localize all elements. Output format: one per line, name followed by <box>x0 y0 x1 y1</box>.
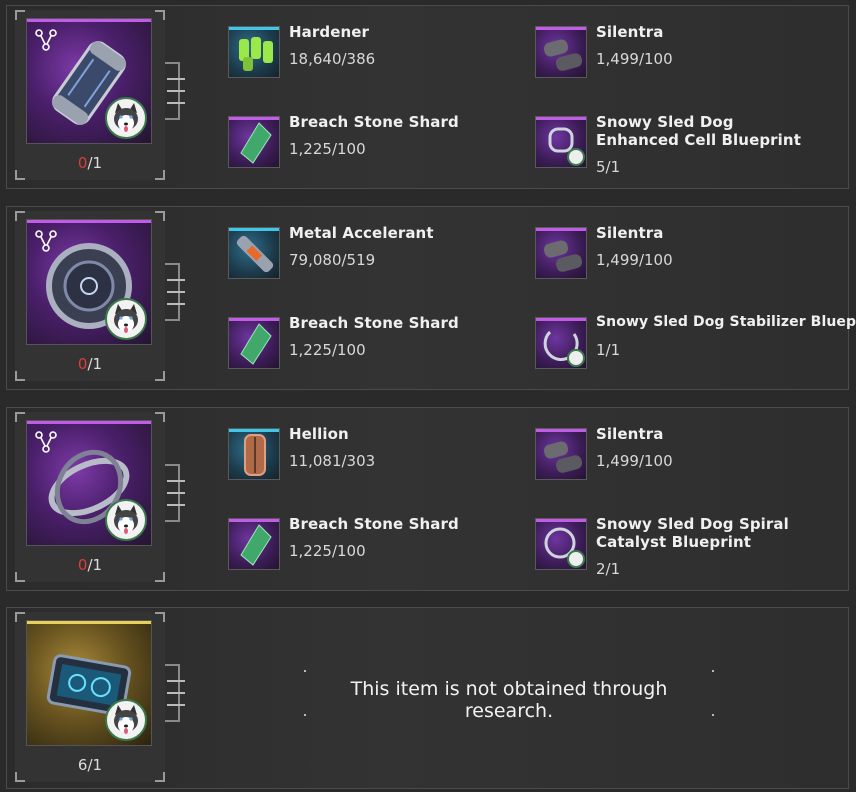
material-quantity: 1,225/100 <box>289 341 366 359</box>
research-panel-2: 0/1 Metal Accelerant 79,080/519 Silentra… <box>6 206 856 390</box>
material-name: Silentra <box>596 425 664 443</box>
material-name: Snowy Sled Dog Stabilizer Blueprint <box>596 314 856 330</box>
owned-count: 0/1 <box>77 556 103 574</box>
husky-badge-icon <box>105 97 147 139</box>
item-slot[interactable]: 0/1 <box>15 10 165 180</box>
material-slot[interactable]: Hardener 18,640/386 <box>228 23 528 82</box>
silentra-icon <box>535 26 587 78</box>
owned-count: 0/1 <box>77 154 103 172</box>
hellion-icon <box>228 428 280 480</box>
material-slot[interactable]: Breach Stone Shard 1,225/100 <box>228 113 528 172</box>
material-quantity: 1,499/100 <box>596 251 673 269</box>
blueprint-icon <box>535 518 587 570</box>
material-name: Silentra <box>596 23 664 41</box>
material-slot[interactable]: Snowy Sled Dog Spiral Catalyst Blueprint… <box>535 515 835 578</box>
silentra-icon <box>535 227 587 279</box>
item-thumbnail <box>26 219 152 345</box>
research-panel-1: 0/1 Hardener 18,640/386 Silentra 1,499/1… <box>6 5 849 189</box>
material-quantity: 1,225/100 <box>289 140 366 158</box>
material-name: Snowy Sled Dog Spiral Catalyst Blueprint <box>596 515 789 551</box>
material-quantity: 18,640/386 <box>289 50 376 68</box>
material-name: Hellion <box>289 425 349 443</box>
material-quantity: 1,499/100 <box>596 50 673 68</box>
material-slot[interactable]: Snowy Sled Dog Enhanced Cell Blueprint 5… <box>535 113 835 176</box>
research-notice: This item is not obtained through resear… <box>304 656 714 722</box>
husky-badge-icon <box>105 298 147 340</box>
material-quantity: 1/1 <box>596 341 621 359</box>
research-panel-4: 6/1 This item is not obtained through re… <box>6 607 849 789</box>
material-slot[interactable]: Snowy Sled Dog Stabilizer Blueprint 1/1 <box>535 314 856 373</box>
breach-stone-shard-icon <box>228 518 280 570</box>
item-thumbnail <box>26 420 152 546</box>
owned-count: 6/1 <box>77 756 103 774</box>
research-panel-3: 0/1 Hellion 11,081/303 Silentra 1,499/10… <box>6 407 849 591</box>
connector-bracket-icon <box>165 62 185 120</box>
material-name: Silentra <box>596 224 664 242</box>
material-slot[interactable]: Hellion 11,081/303 <box>228 425 528 484</box>
breach-stone-shard-icon <box>228 116 280 168</box>
blueprint-icon <box>535 116 587 168</box>
blueprint-icon <box>535 317 587 369</box>
material-name: Hardener <box>289 23 370 41</box>
material-slot[interactable]: Breach Stone Shard 1,225/100 <box>228 515 528 574</box>
connector-bracket-icon <box>165 464 185 522</box>
husky-badge-icon <box>105 499 147 541</box>
material-name: Snowy Sled Dog Enhanced Cell Blueprint <box>596 113 801 149</box>
material-quantity: 2/1 <box>596 560 621 578</box>
silentra-icon <box>535 428 587 480</box>
material-quantity: 1,499/100 <box>596 452 673 470</box>
material-slot[interactable]: Silentra 1,499/100 <box>535 425 835 484</box>
hardener-icon <box>228 26 280 78</box>
material-slot[interactable]: Silentra 1,499/100 <box>535 224 835 283</box>
notice-text: This item is not obtained through resear… <box>350 678 668 722</box>
metal-accelerant-icon <box>228 227 280 279</box>
breach-stone-shard-icon <box>228 317 280 369</box>
owned-count: 0/1 <box>77 355 103 373</box>
material-slot[interactable]: Metal Accelerant 79,080/519 <box>228 224 528 283</box>
connector-bracket-icon <box>165 664 185 722</box>
material-quantity: 79,080/519 <box>289 251 376 269</box>
item-slot[interactable]: 0/1 <box>15 412 165 582</box>
item-thumbnail <box>26 18 152 144</box>
material-slot[interactable]: Breach Stone Shard 1,225/100 <box>228 314 528 373</box>
item-thumbnail <box>26 620 152 746</box>
connector-bracket-icon <box>165 263 185 321</box>
material-quantity: 5/1 <box>596 158 621 176</box>
material-quantity: 11,081/303 <box>289 452 376 470</box>
item-slot[interactable]: 6/1 <box>15 612 165 782</box>
material-name: Breach Stone Shard <box>289 314 459 332</box>
material-slot[interactable]: Silentra 1,499/100 <box>535 23 835 82</box>
material-name: Breach Stone Shard <box>289 113 459 131</box>
material-quantity: 1,225/100 <box>289 542 366 560</box>
material-name: Metal Accelerant <box>289 224 434 242</box>
husky-badge-icon <box>105 699 147 741</box>
item-slot[interactable]: 0/1 <box>15 211 165 381</box>
material-name: Breach Stone Shard <box>289 515 459 533</box>
